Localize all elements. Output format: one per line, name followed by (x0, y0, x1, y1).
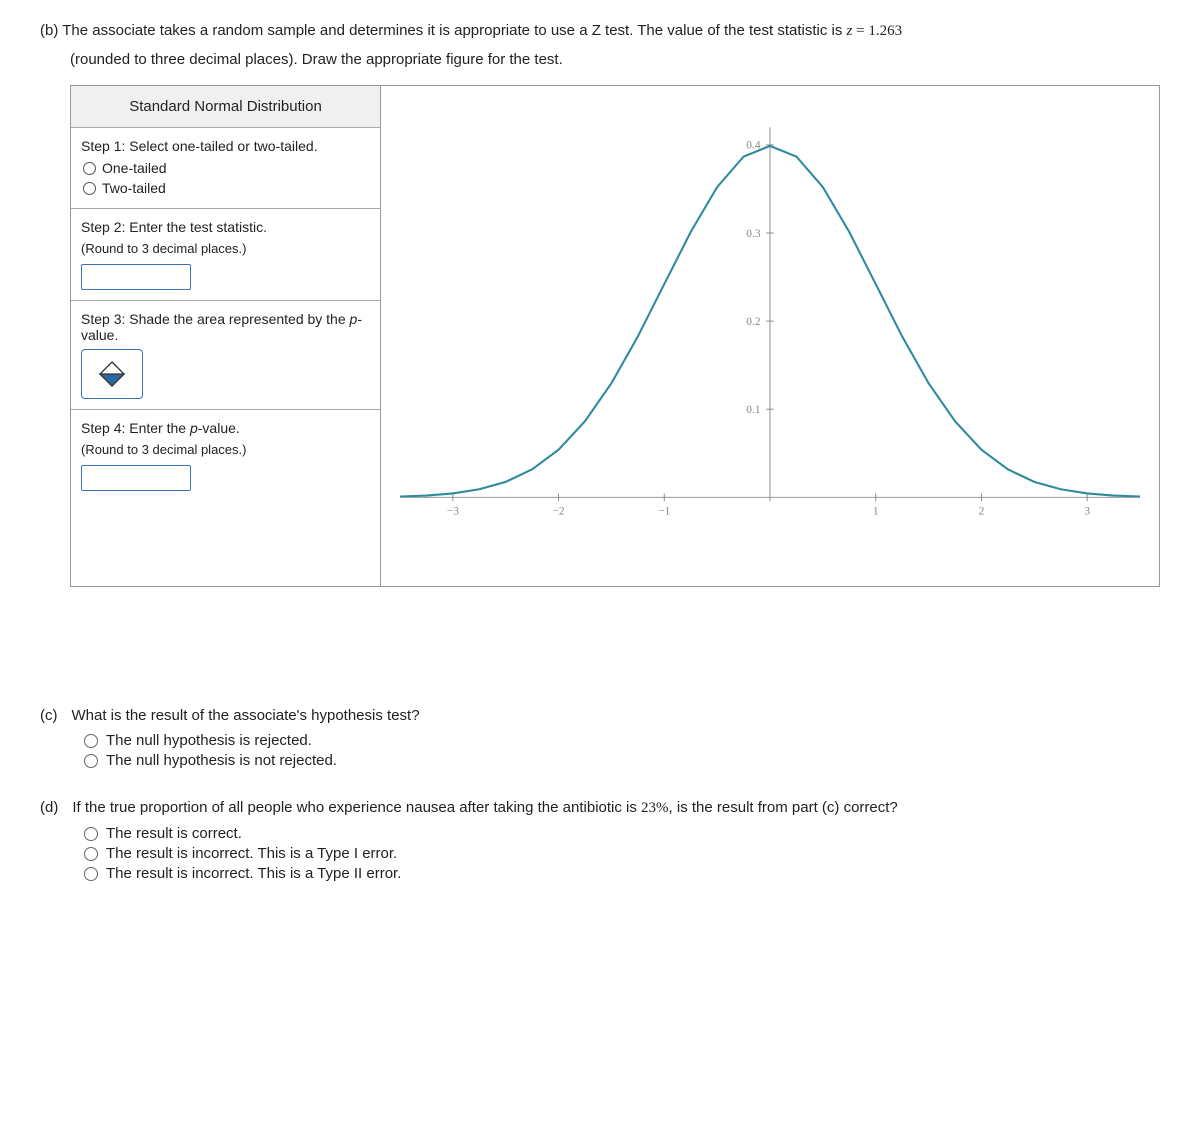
opt-correct-label: The result is correct. (106, 825, 242, 842)
step4-label-a: Step 4: Enter the (81, 420, 190, 436)
part-d-pct: 23% (641, 800, 669, 816)
radio-not-rejected[interactable]: The null hypothesis is not rejected. (84, 752, 1160, 769)
two-tailed-label: Two-tailed (102, 180, 166, 196)
step1-box: Step 1: Select one-tailed or two-tailed.… (71, 128, 380, 209)
radio-one-tailed[interactable]: One-tailed (83, 160, 370, 176)
step1-label: Step 1: Select one-tailed or two-tailed. (81, 138, 370, 154)
controls-panel: Standard Normal Distribution Step 1: Sel… (71, 86, 381, 586)
test-statistic-input[interactable] (81, 264, 191, 290)
opt-not-rejected-label: The null hypothesis is not rejected. (106, 752, 337, 769)
part-b: (b) The associate takes a random sample … (40, 20, 1160, 587)
opt-rejected-label: The null hypothesis is rejected. (106, 732, 312, 749)
step4-p: p (190, 420, 198, 436)
radio-type1[interactable]: The result is incorrect. This is a Type … (84, 845, 1160, 862)
part-c-label: (c) (40, 707, 58, 724)
one-tailed-label: One-tailed (102, 160, 167, 176)
step4-box: Step 4: Enter the p-value. (Round to 3 d… (71, 410, 380, 551)
step3-label-a: Step 3: Shade the area represented by th… (81, 311, 350, 327)
svg-text:2: 2 (979, 505, 985, 517)
radio-icon (83, 162, 96, 175)
svg-text:−2: −2 (553, 505, 565, 517)
opt-type1-label: The result is incorrect. This is a Type … (106, 845, 397, 862)
shade-button[interactable] (81, 349, 143, 399)
part-c-question: What is the result of the associate's hy… (72, 707, 420, 724)
z-eq: = (852, 23, 868, 39)
part-d-qa: If the true proportion of all people who… (72, 799, 641, 816)
radio-type2[interactable]: The result is incorrect. This is a Type … (84, 865, 1160, 882)
svg-text:0.2: 0.2 (746, 316, 761, 328)
part-b-label: (b) (40, 22, 58, 39)
normal-dist-chart: −3−2−11230.10.20.30.4 (381, 86, 1159, 586)
chart-panel: −3−2−11230.10.20.30.4 (381, 86, 1159, 586)
z-value: 1.263 (868, 23, 902, 39)
radio-correct[interactable]: The result is correct. (84, 825, 1160, 842)
shade-diamond-icon (97, 359, 127, 389)
part-d-question: If the true proportion of all people who… (72, 799, 897, 817)
svg-text:3: 3 (1084, 505, 1090, 517)
svg-text:1: 1 (873, 505, 879, 517)
radio-two-tailed[interactable]: Two-tailed (83, 180, 370, 196)
svg-text:0.3: 0.3 (746, 228, 761, 240)
part-b-line1: The associate takes a random sample and … (62, 22, 846, 39)
radio-icon (84, 847, 98, 861)
svg-text:−1: −1 (658, 505, 670, 517)
radio-icon (84, 734, 98, 748)
part-c: (c) What is the result of the associate'… (40, 707, 1160, 769)
step4-label-b: -value. (198, 420, 240, 436)
step2-label: Step 2: Enter the test statistic. (81, 219, 370, 235)
radio-icon (84, 827, 98, 841)
radio-icon (84, 754, 98, 768)
part-d-qb: , is the result from part (c) correct? (669, 799, 898, 816)
part-b-line2: (rounded to three decimal places). Draw … (70, 49, 1160, 72)
radio-icon (84, 867, 98, 881)
part-d: (d) If the true proportion of all people… (40, 799, 1160, 882)
figure-panel: Standard Normal Distribution Step 1: Sel… (70, 85, 1160, 587)
p-value-input[interactable] (81, 465, 191, 491)
svg-text:0.1: 0.1 (746, 404, 760, 416)
part-d-label: (d) (40, 799, 58, 817)
radio-rejected[interactable]: The null hypothesis is rejected. (84, 732, 1160, 749)
step2-box: Step 2: Enter the test statistic. (Round… (71, 209, 380, 301)
radio-icon (83, 182, 96, 195)
svg-text:−3: −3 (447, 505, 459, 517)
step4-sub: (Round to 3 decimal places.) (81, 442, 370, 457)
step3-box: Step 3: Shade the area represented by th… (71, 301, 380, 410)
step2-sub: (Round to 3 decimal places.) (81, 241, 370, 256)
opt-type2-label: The result is incorrect. This is a Type … (106, 865, 401, 882)
panel-title: Standard Normal Distribution (71, 86, 380, 128)
